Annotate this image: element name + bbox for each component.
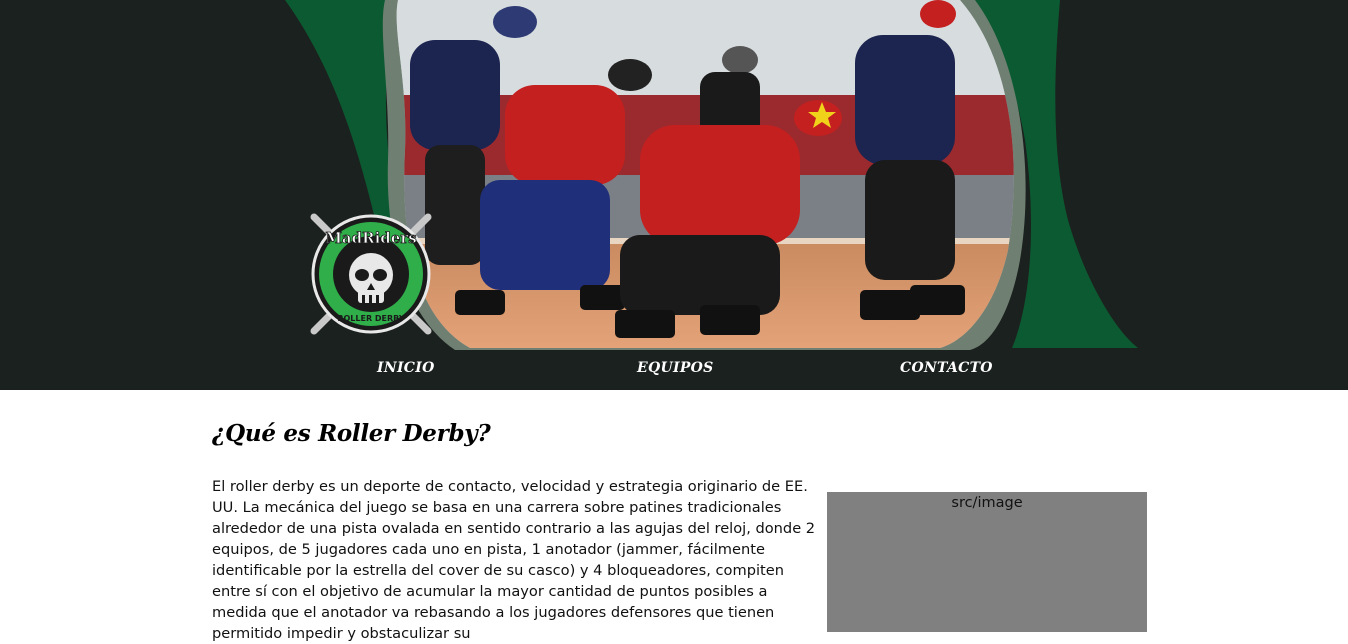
main-nav: INICIO EQUIPOS CONTACTO	[0, 348, 1348, 390]
nav-inicio-link[interactable]: INICIO	[377, 360, 435, 376]
hero-photo	[396, 0, 1014, 348]
intro-paragraph: El roller derby es un deporte de contact…	[212, 478, 816, 642]
nav-contacto-link[interactable]: CONTACTO	[900, 360, 993, 376]
page-title: ¿Qué es Roller Derby?	[212, 420, 491, 447]
image-placeholder: src/image	[827, 492, 1147, 632]
image-alt-text: src/image	[951, 495, 1023, 511]
site-header: MadRiders ROLLER DERBY INICIO EQUIPOS CO…	[0, 0, 1348, 390]
logo-top-text: MadRiders	[325, 229, 416, 247]
nav-equipos-link[interactable]: EQUIPOS	[637, 360, 714, 376]
madriders-logo[interactable]: MadRiders ROLLER DERBY	[300, 203, 442, 345]
hero-banner	[285, 0, 1138, 350]
logo-bottom-text: ROLLER DERBY	[337, 314, 404, 323]
main-content: ¿Qué es Roller Derby? El roller derby es…	[0, 390, 1348, 642]
